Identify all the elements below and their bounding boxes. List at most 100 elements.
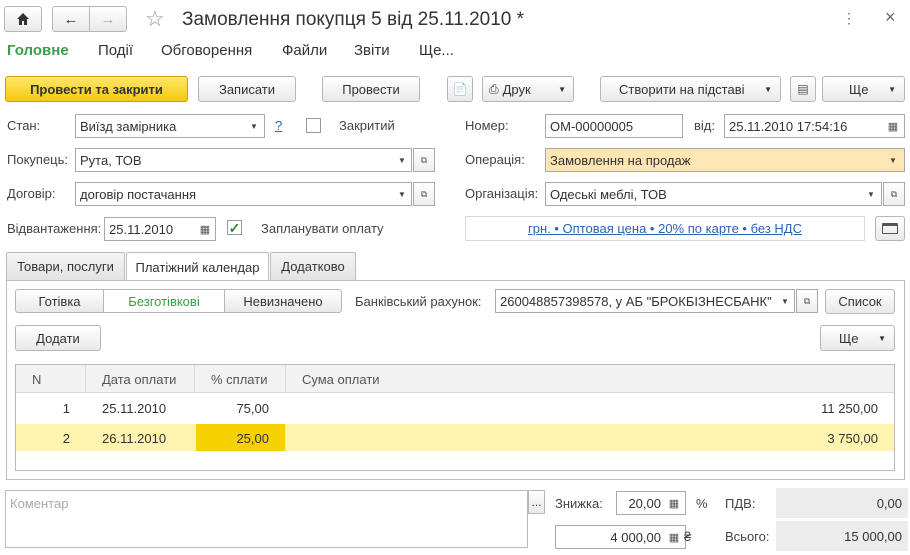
save-button[interactable]: Записати <box>198 76 296 102</box>
menu-more[interactable]: Ще... <box>419 42 454 59</box>
closed-checkbox[interactable] <box>306 118 321 133</box>
row-sum: 11 250,00 <box>821 400 878 416</box>
operation-field[interactable]: Замовлення на продаж <box>545 148 905 172</box>
buyer-dropdown-icon[interactable]: ▼ <box>393 149 411 171</box>
comment-expand-button[interactable]: ... <box>528 490 545 514</box>
organization-dropdown-icon[interactable]: ▼ <box>862 183 880 205</box>
shipment-date-value: 25.11.2010 <box>109 221 174 237</box>
column-header-n[interactable]: N <box>16 365 86 393</box>
contract-label: Договір: <box>7 186 56 201</box>
total-value-field: 15 000,00 <box>776 521 908 551</box>
tab-payment-calendar[interactable]: Платіжний календар <box>126 252 269 281</box>
bank-account-open-button[interactable]: ⧉ <box>796 289 818 313</box>
plan-payment-checkbox[interactable]: ✓ <box>227 220 242 235</box>
buyer-field[interactable]: Рута, ТОВ <box>75 148 412 172</box>
comment-field[interactable]: Коментар <box>5 490 528 548</box>
dropdown-arrow-icon: ▼ <box>878 333 886 343</box>
vat-value: 0,00 <box>876 495 902 511</box>
payment-type-undefined[interactable]: Невизначено <box>224 289 342 313</box>
payment-type-noncash[interactable]: Безготівкові <box>103 289 225 313</box>
create-based-label: Створити на підставі <box>619 81 745 97</box>
list-button[interactable]: Список <box>825 289 895 314</box>
number-label: Номер: <box>465 118 509 133</box>
home-icon <box>17 13 29 25</box>
print-button[interactable]: ⎙ Друк ▼ <box>482 76 574 102</box>
calendar-icon[interactable]: ▦ <box>882 115 904 137</box>
buyer-open-button[interactable]: ⧉ <box>413 148 435 172</box>
close-icon[interactable]: × <box>885 7 896 28</box>
payment-type-cash[interactable]: Готівка <box>15 289 104 313</box>
window-menu-icon[interactable]: ⋮ <box>842 10 856 27</box>
price-settings-link[interactable]: грн. • Оптовая цена • 20% по карте • без… <box>528 221 802 236</box>
row-number: 1 <box>62 400 70 416</box>
column-header-n-label: N <box>32 371 42 387</box>
vat-label: ПДВ: <box>725 496 756 511</box>
tab-goods-services[interactable]: Товари, послуги <box>6 252 125 280</box>
contract-field[interactable]: договір постачання <box>75 182 412 206</box>
column-header-percent[interactable]: % сплати <box>195 365 286 393</box>
row-date: 26.11.2010 <box>102 430 167 446</box>
comment-placeholder: Коментар <box>10 496 69 511</box>
favorite-star-icon[interactable]: ☆ <box>145 6 165 32</box>
organization-label: Організація: <box>465 186 539 201</box>
payment-card-button[interactable] <box>875 216 905 241</box>
bank-account-dropdown-icon[interactable]: ▼ <box>776 290 794 312</box>
bank-account-value: 260048857398578, у АБ "БРОКБІЗНЕСБАНК" <box>500 293 772 309</box>
help-link[interactable]: ? <box>275 118 282 133</box>
print-label: Друк <box>502 81 531 97</box>
add-button[interactable]: Додати <box>15 325 101 351</box>
state-dropdown-icon[interactable]: ▼ <box>245 115 263 137</box>
calculator-icon[interactable]: ▦ <box>663 492 685 514</box>
back-button[interactable]: ← <box>52 6 90 32</box>
currency-sign: ₴ <box>684 529 692 544</box>
menu-files[interactable]: Файли <box>282 42 327 59</box>
menu-events[interactable]: Події <box>98 42 133 59</box>
document-date-field[interactable]: 25.11.2010 17:54:16 <box>724 114 905 138</box>
row-percent: 75,00 <box>236 400 269 416</box>
contract-dropdown-icon[interactable]: ▼ <box>393 183 411 205</box>
document-date-value: 25.11.2010 17:54:16 <box>729 118 848 134</box>
forward-button[interactable]: → <box>89 6 127 32</box>
discount-label: Знижка: <box>555 496 603 511</box>
arrow-left-icon: ← <box>63 10 79 28</box>
more-label: Ще <box>849 81 869 97</box>
column-header-sum[interactable]: Сума оплати <box>286 365 894 393</box>
dropdown-arrow-icon: ▼ <box>888 84 896 94</box>
window-title: Замовлення покупця 5 від 25.11.2010 * <box>182 9 525 30</box>
calculator-icon[interactable]: ▦ <box>663 526 685 548</box>
bank-account-label: Банківський рахунок: <box>355 294 482 309</box>
calendar-icon[interactable]: ▦ <box>194 218 216 240</box>
shipment-label: Відвантаження: <box>7 221 102 236</box>
percent-sign: % <box>696 496 708 511</box>
number-field[interactable]: ОМ-00000005 <box>545 114 683 138</box>
document-settings-button[interactable]: 📄 <box>447 76 473 102</box>
document-icon: 📄 <box>452 82 468 96</box>
menu-discussion[interactable]: Обговорення <box>161 42 252 59</box>
organization-field[interactable]: Одеські меблі, ТОВ <box>545 182 882 206</box>
operation-label: Операція: <box>465 152 525 167</box>
state-field[interactable]: Виїзд замірника <box>75 114 265 138</box>
more-button[interactable]: Ще ▼ <box>822 76 905 102</box>
row-date: 25.11.2010 <box>102 400 167 416</box>
tab-additional[interactable]: Додатково <box>270 252 356 280</box>
post-and-close-button[interactable]: Провести та закрити <box>5 76 188 102</box>
discount-value: 20,00 <box>628 495 661 511</box>
contract-open-button[interactable]: ⧉ <box>413 182 435 206</box>
menu-reports[interactable]: Звіти <box>354 42 390 59</box>
report-button[interactable]: ▤ <box>790 76 816 102</box>
post-button[interactable]: Провести <box>322 76 420 102</box>
column-header-date[interactable]: Дата оплати <box>86 365 195 393</box>
table-more-button[interactable]: Ще ▼ <box>820 325 895 351</box>
plan-payment-label: Запланувати оплату <box>261 221 384 236</box>
column-header-sum-label: Сума оплати <box>302 371 380 387</box>
column-header-date-label: Дата оплати <box>102 371 177 387</box>
menu-main[interactable]: Головне <box>7 42 69 59</box>
dropdown-arrow-icon: ▼ <box>558 84 566 94</box>
total-label: Всього: <box>725 529 770 544</box>
create-based-on-button[interactable]: Створити на підставі ▼ <box>600 76 781 102</box>
operation-dropdown-icon[interactable]: ▼ <box>884 149 902 171</box>
bank-account-field[interactable]: 260048857398578, у АБ "БРОКБІЗНЕСБАНК" <box>495 289 795 313</box>
organization-open-button[interactable]: ⧉ <box>883 182 905 206</box>
home-button[interactable] <box>4 6 42 32</box>
operation-value: Замовлення на продаж <box>550 152 691 168</box>
